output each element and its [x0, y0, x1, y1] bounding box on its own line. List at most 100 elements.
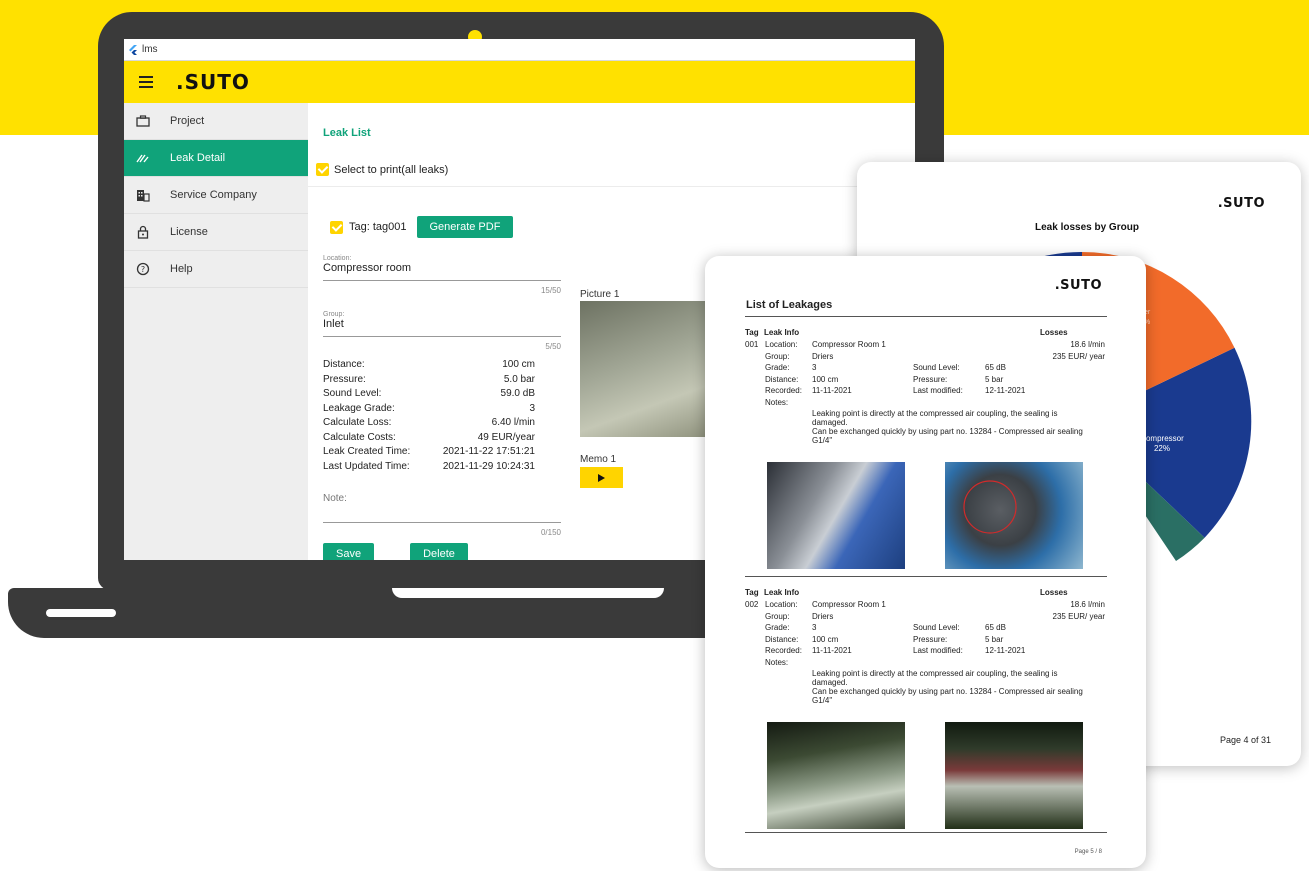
entry-value: 5 bar [985, 634, 1004, 644]
info-key: Leak Created Time: [323, 446, 411, 457]
entry-value: 12-11-2021 [985, 386, 1026, 395]
entry-value: 3 [812, 363, 817, 372]
pie-chart-title: Leak losses by Group [1035, 222, 1139, 233]
notes-line: Can be exchanged quickly by using part n… [812, 427, 1083, 436]
location-field[interactable]: Location: Compressor room 15/50 [323, 255, 561, 295]
entry-value: 65 dB [985, 363, 1006, 372]
sidebar-item-label: Help [170, 263, 193, 275]
delete-button[interactable]: Delete [410, 543, 468, 560]
leak-photo [767, 722, 905, 829]
select-all-label: Select to print(all leaks) [334, 163, 449, 176]
action-buttons: Save Delete [323, 543, 468, 560]
info-key: Pressure: [323, 373, 366, 385]
info-row: Last Updated Time: 2021-11-29 10:24:31 [323, 461, 535, 476]
info-row: Pressure: 5.0 bar [323, 374, 535, 389]
leak-entry: Tag Leak Info Losses 002 Location: Compr… [745, 588, 1107, 705]
tag-checkbox[interactable] [330, 220, 343, 234]
info-row: Calculate Costs: 49 EUR/year [323, 432, 535, 447]
entry-row: 001 Location: Compressor Room 1 18.6 l/m… [745, 340, 1107, 352]
leak-icon [134, 149, 152, 167]
sidebar-item-label: Service Company [170, 189, 257, 201]
entry-value: Driers [812, 351, 834, 361]
notes-line: Can be exchanged quickly by using part n… [812, 687, 1083, 696]
entry-key: Grade: [765, 363, 790, 372]
lock-icon [134, 223, 152, 241]
sidebar-item-license[interactable]: License [124, 214, 308, 251]
entry-value: 11-11-2021 [812, 646, 852, 655]
generate-pdf-button[interactable]: Generate PDF [416, 216, 514, 238]
svg-text:?: ? [141, 265, 145, 274]
entry-key: Sound Level: [913, 623, 960, 632]
group-value[interactable]: Inlet [323, 318, 561, 337]
sidebar-item-label: Project [170, 115, 205, 127]
location-counter: 15/50 [540, 286, 561, 295]
note-label[interactable]: Note: [323, 493, 561, 523]
group-field[interactable]: Group: Inlet 5/50 [323, 311, 561, 351]
pie-page-footer: Page 4 of 31 [1219, 735, 1271, 745]
notes-line: Leaking point is directly at the compres… [812, 409, 1058, 418]
play-memo-button[interactable] [580, 467, 623, 488]
entry-notes: Leaking point is directly at the compres… [812, 409, 1104, 445]
location-value[interactable]: Compressor room [323, 262, 561, 281]
memo-label: Memo 1 [580, 454, 617, 465]
report-footer: Page 5 / 8 [1074, 849, 1102, 855]
leak-list-title: Leak List [323, 127, 371, 139]
info-key: Calculate Loss: [323, 417, 392, 428]
leak-entry: Tag Leak Info Losses 001 Location: Compr… [745, 328, 1107, 445]
entry-value: 12-11-2021 [985, 646, 1026, 655]
leak-photo [767, 462, 905, 569]
info-value: 59.0 dB [500, 388, 535, 399]
header-tag: Tag [745, 328, 759, 337]
info-row: Sound Level: 59.0 dB [323, 388, 535, 403]
info-key: Distance: [323, 359, 365, 370]
notes-line: damaged. [812, 418, 848, 427]
briefcase-icon [134, 112, 152, 130]
report-rule [745, 832, 1107, 833]
leak-entry-header: Tag Leak Info Losses [745, 588, 1107, 600]
entry-key: Distance: [765, 374, 799, 384]
entry-row: 002 Location: Compressor Room 1 18.6 l/m… [745, 600, 1107, 612]
entry-row: Group: Driers 235 EUR/ year [745, 612, 1107, 624]
report-title: List of Leakages [746, 299, 833, 311]
select-all-checkbox[interactable] [316, 163, 329, 176]
leak-picture[interactable] [580, 301, 720, 437]
laptop-base-slot [46, 609, 116, 617]
sidebar-item-service-company[interactable]: Service Company [124, 177, 308, 214]
info-row: Leak Created Time: 2021-11-22 17:51:21 [323, 446, 535, 461]
info-key: Last Updated Time: [323, 460, 410, 472]
window-title-bar: lms [124, 39, 915, 61]
tag-row: Tag: tag001 Generate PDF [330, 216, 514, 238]
entry-tag: 002 [745, 600, 759, 609]
header-info: Leak Info [764, 328, 800, 337]
pie-pct-compressor: 22% [1154, 444, 1170, 453]
entry-value: 5 bar [985, 374, 1004, 384]
entry-loss-cost: 235 EUR/ year [1052, 611, 1105, 621]
sidebar-item-help[interactable]: ? Help [124, 251, 308, 288]
notes-line: G1/4" [812, 436, 833, 445]
tag-label: Tag: tag001 [349, 221, 407, 233]
entry-value: 100 cm [812, 374, 839, 384]
entry-value: Compressor Room 1 [812, 340, 886, 349]
notes-line: G1/4" [812, 696, 833, 705]
entry-key: Recorded: [765, 646, 802, 655]
sidebar-item-leak-detail[interactable]: Leak Detail [124, 140, 308, 177]
entry-key: Last modified: [913, 646, 963, 655]
entry-row: Group: Driers 235 EUR/ year [745, 352, 1107, 364]
entry-key: Notes: [765, 657, 789, 667]
entry-tag: 001 [745, 340, 759, 349]
info-row: Leakage Grade: 3 [323, 403, 535, 418]
info-value: 2021-11-22 17:51:21 [442, 446, 535, 457]
leak-marker-icon [963, 480, 1017, 534]
leak-photo [945, 722, 1083, 829]
info-row: Distance: 100 cm [323, 359, 535, 374]
header-losses: Losses [1040, 588, 1068, 597]
note-field[interactable]: Note: 0/150 [323, 493, 561, 537]
hamburger-menu-icon[interactable] [124, 61, 168, 103]
leak-report-page: .SUTO List of Leakages Tag Leak Info Los… [705, 256, 1146, 868]
save-button[interactable]: Save [323, 543, 375, 560]
entry-key: Sound Level: [913, 363, 960, 372]
sidebar-item-project[interactable]: Project [124, 103, 308, 140]
sidebar-item-label: License [170, 226, 208, 238]
note-counter: 0/150 [540, 528, 561, 537]
entry-key: Last modified: [913, 386, 963, 395]
